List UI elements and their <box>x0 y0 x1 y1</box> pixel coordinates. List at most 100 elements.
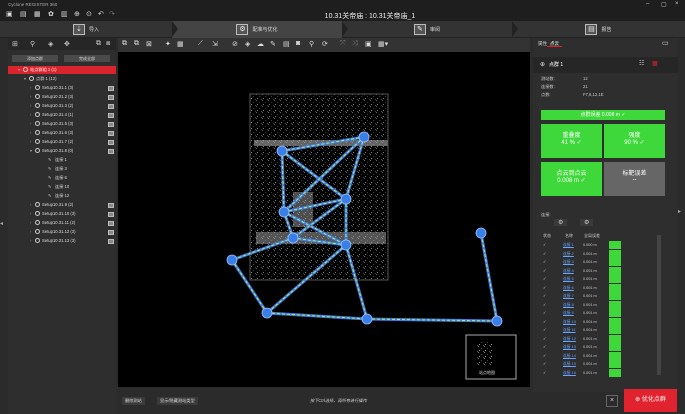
tree-item[interactable]: › Setup10.31.7 (2) <box>8 138 116 146</box>
image-icon[interactable]: ▣ <box>365 40 372 48</box>
tree-item[interactable]: › Setup10.31.6 (3) <box>8 129 116 137</box>
grid-icon[interactable]: ▦ <box>177 40 184 48</box>
table-row[interactable]: ✓ 连接 12 0.001 m <box>541 334 623 344</box>
maximize-icon[interactable]: ▢ <box>661 1 667 8</box>
link-name[interactable]: 连接 9 <box>563 309 574 318</box>
sync-icon[interactable]: ⟳ <box>322 40 328 48</box>
tree-item[interactable]: ▾ 站点群组 1 (1) <box>8 66 116 74</box>
table-row[interactable]: ✓ 连接 3 0.001 m <box>541 258 623 267</box>
setup-node[interactable] <box>278 206 290 218</box>
image-icon[interactable] <box>108 139 114 145</box>
link-name[interactable]: 连接 7 <box>563 292 574 301</box>
list-icon[interactable]: ⧈ <box>106 40 110 48</box>
image-icon[interactable] <box>108 148 114 154</box>
grid-view-icon[interactable]: ▦ <box>652 60 658 67</box>
step-report[interactable]: ▤ 报告 <box>512 21 685 38</box>
no-icon[interactable]: ⊘ <box>232 40 238 48</box>
view-mode-icon[interactable]: ▦▾ <box>378 40 388 48</box>
tree-item[interactable]: › Setup10.31.5 (3) <box>8 120 116 128</box>
tree-item[interactable]: ✎ 连接 3 <box>8 165 116 173</box>
setup-node[interactable] <box>276 145 288 157</box>
table-row[interactable]: ✓ 连接 9 0.001 m <box>541 309 623 318</box>
link-name[interactable]: 连接 15 <box>563 360 576 369</box>
setup-node[interactable] <box>287 232 299 244</box>
image-icon[interactable] <box>108 211 114 217</box>
table-row[interactable]: ✓ 连接 14 0.001 m <box>541 351 623 361</box>
link-name[interactable]: 连接 12 <box>563 335 576 344</box>
info-icon[interactable]: ⊙ <box>86 11 92 19</box>
undo-icon[interactable]: ↶ <box>98 11 104 19</box>
image-icon[interactable] <box>108 94 114 100</box>
optimize-bundle-button[interactable]: ⊛ 优化点群 <box>624 389 677 412</box>
tree-item[interactable]: ▾ Setup10.31.8 (0) <box>8 147 116 155</box>
delete-icon[interactable]: ▥ <box>61 11 68 19</box>
setup-node[interactable] <box>491 315 503 327</box>
tree-item[interactable]: ✎ 连接 1 <box>8 156 116 164</box>
minimize-icon[interactable]: – <box>646 1 649 7</box>
bundle-tab-icon[interactable]: ⊞ <box>12 40 18 48</box>
save-icon[interactable]: ▦ <box>34 11 41 19</box>
table-row[interactable]: ✓ 连接 10 0.001 m <box>541 317 623 327</box>
setup-node[interactable] <box>361 313 373 325</box>
tree-item[interactable]: › Setup10.31.1 (3) <box>8 84 116 92</box>
tree-item[interactable]: › Setup10.31.9 (2) <box>8 201 116 209</box>
add-link-icon[interactable]: ⚙ <box>554 219 568 226</box>
tree-item[interactable]: › Setup10.31.11 (2) <box>8 219 116 227</box>
image-icon[interactable] <box>108 112 114 118</box>
target-error-card[interactable]: 标靶误差 -- <box>604 162 665 196</box>
cloud-icon[interactable]: ☁ <box>257 40 264 48</box>
tree-item[interactable]: › Setup10.31.10 (3) <box>8 210 116 218</box>
tree-item[interactable]: › Setup10.31.4 (1) <box>8 111 116 119</box>
image-icon[interactable] <box>108 220 114 226</box>
image-icon[interactable] <box>108 229 114 235</box>
collapse-left-icon[interactable]: ◂ <box>0 220 3 227</box>
visual-align-icon[interactable]: ✦ <box>165 40 171 48</box>
image-icon[interactable] <box>108 103 114 109</box>
table-row[interactable]: ✓ 连接 11 0.001 m <box>541 326 623 335</box>
link-name[interactable]: 连接 2 <box>563 250 574 259</box>
table-icon[interactable]: ▤ <box>283 40 290 48</box>
list-view-icon[interactable]: ☷ <box>639 60 644 67</box>
tree-item[interactable]: › Setup10.31.13 (3) <box>8 237 116 245</box>
table-row[interactable]: ✓ 连接 15 0.001 m <box>541 360 623 369</box>
pen-icon[interactable]: ✎ <box>270 40 276 48</box>
table-row[interactable]: ✓ 连接 6 0.001 m <box>541 283 623 293</box>
expand-icon[interactable]: ⤧ <box>340 40 346 48</box>
image-icon[interactable] <box>108 121 114 127</box>
link-name[interactable]: 连接 10 <box>563 318 576 327</box>
table-row[interactable]: ✓ 连接 7 0.001 m <box>541 292 623 301</box>
col-name[interactable]: 名称 <box>565 233 573 239</box>
add-bundle-button[interactable]: 添加点群 <box>12 55 58 62</box>
collapse-right-icon[interactable]: ▸ <box>678 208 681 215</box>
strength-card[interactable]: 强度 90 % ✓ <box>604 124 665 158</box>
link-settings-icon[interactable]: ⚙ <box>580 219 594 226</box>
close-panel-button[interactable]: × <box>606 395 618 407</box>
step-import[interactable]: ⇣ 导入 <box>0 21 172 38</box>
tree-item[interactable]: ✎ 连接 12 <box>8 192 116 200</box>
link-name[interactable]: 连接 14 <box>563 352 576 361</box>
link-name[interactable]: 连接 11 <box>563 326 576 335</box>
link-name[interactable]: 连接 6 <box>563 284 574 293</box>
toggle-setup-type-button[interactable]: 显示/隐藏测站类型 <box>157 397 198 405</box>
image-icon[interactable] <box>108 202 114 208</box>
close-window-icon[interactable]: × <box>675 1 679 7</box>
tree-item[interactable]: ✎ 连接 10 <box>8 183 116 191</box>
split-icon[interactable]: ⊠ <box>146 40 152 48</box>
settings-icon[interactable]: ✿ <box>48 11 54 19</box>
cloud-error-banner[interactable]: 点群误差 0.008 m ✓ <box>541 110 665 120</box>
setup-node[interactable] <box>475 227 487 239</box>
table-row[interactable]: ✓ 连接 8 0.001 m <box>541 300 623 310</box>
setup-node[interactable] <box>340 193 352 205</box>
table-row[interactable]: ✓ 连接 5 0.001 m <box>541 275 623 284</box>
step-register[interactable]: ⚙ 配准与优化 <box>172 21 342 38</box>
camera-icon[interactable]: ◙ <box>296 40 300 47</box>
setup-node[interactable] <box>226 254 238 266</box>
delete-setup-button[interactable]: 删除测站 <box>122 397 145 405</box>
setup-node[interactable] <box>358 131 370 143</box>
tab-cloud[interactable]: 点云 <box>547 40 562 47</box>
pin-icon[interactable]: ⚲ <box>309 40 314 48</box>
3d-viewport[interactable]: 站点地图 <box>118 52 530 387</box>
link-name[interactable]: 连接 13 <box>563 343 576 352</box>
setup-node[interactable] <box>261 307 273 319</box>
cloud-to-cloud-card[interactable]: 点云到点云 0.008 m ✓ <box>541 162 602 196</box>
